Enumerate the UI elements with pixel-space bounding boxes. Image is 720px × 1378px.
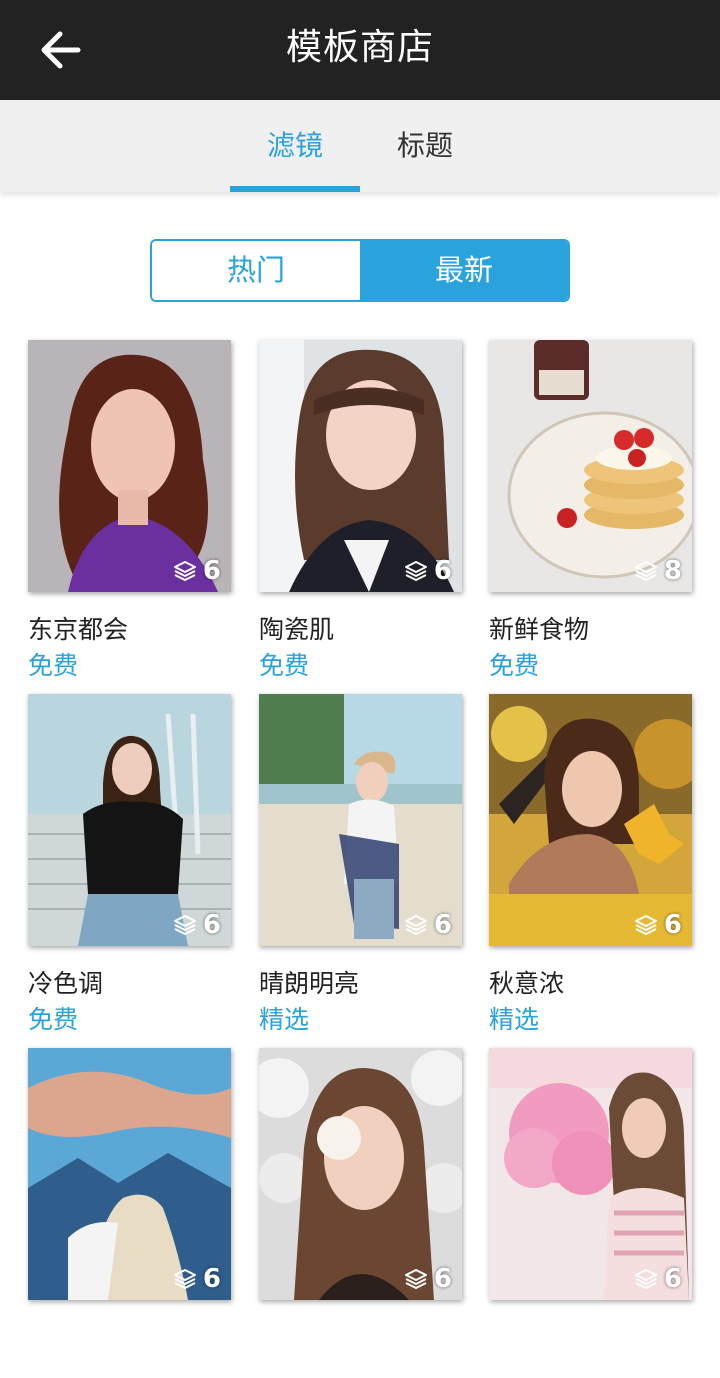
template-price: 精选: [259, 1005, 310, 1034]
layer-count-badge: 6: [173, 1264, 221, 1294]
template-thumbnail[interactable]: 6: [28, 1048, 231, 1300]
layer-count: 6: [433, 910, 452, 940]
layers-icon: [634, 561, 657, 581]
template-price: 免费: [28, 1005, 79, 1034]
template-card[interactable]: 6 晴朗明亮 精选: [259, 694, 464, 1034]
layer-count: 6: [202, 910, 221, 940]
template-name: 秋意浓: [489, 969, 565, 998]
portrait-photo: [28, 694, 231, 946]
template-card[interactable]: 6: [489, 1048, 694, 1378]
top-bar: 模板商店: [0, 0, 720, 100]
template-thumbnail[interactable]: 8: [489, 340, 692, 592]
layers-icon: [634, 915, 657, 935]
portrait-photo: [28, 340, 231, 592]
tab-title[interactable]: 标题: [360, 100, 490, 192]
template-price: 免费: [259, 651, 310, 680]
layer-count: 6: [663, 910, 682, 940]
template-card[interactable]: 6 冷色调 免费: [28, 694, 233, 1034]
template-card[interactable]: 6 东京都会 免费: [28, 340, 233, 680]
template-price: 免费: [28, 651, 79, 680]
template-name: 晴朗明亮: [259, 969, 360, 998]
layer-count: 6: [433, 1264, 452, 1294]
template-thumbnail[interactable]: 6: [259, 694, 462, 946]
tab-filter[interactable]: 滤镜: [230, 100, 360, 192]
template-card[interactable]: 6 秋意浓 精选: [489, 694, 694, 1034]
layer-count-badge: 6: [173, 910, 221, 940]
beach-photo: [259, 694, 462, 946]
layers-icon: [173, 915, 196, 935]
active-tab-indicator: [230, 186, 360, 192]
layers-icon: [404, 1269, 427, 1289]
cotton-candy-photo: [489, 1048, 692, 1300]
template-price: 免费: [489, 651, 540, 680]
template-name: 东京都会: [28, 615, 129, 644]
autumn-photo: [489, 694, 692, 946]
layers-icon: [404, 915, 427, 935]
layer-count: 6: [202, 1264, 221, 1294]
tab-bar: 滤镜 标题: [0, 100, 720, 192]
layer-count-badge: 6: [404, 910, 452, 940]
template-name: 新鲜食物: [489, 615, 590, 644]
layer-count-badge: 6: [404, 556, 452, 586]
template-card[interactable]: 6: [259, 1048, 464, 1378]
segment-newest[interactable]: 最新: [360, 241, 568, 300]
template-card[interactable]: 6: [28, 1048, 233, 1378]
layer-count: 8: [663, 556, 682, 586]
segment-hot[interactable]: 热门: [152, 241, 360, 300]
layer-count: 6: [663, 1264, 682, 1294]
template-card[interactable]: 8 新鲜食物 免费: [489, 340, 694, 680]
template-name: 冷色调: [28, 969, 104, 998]
template-thumbnail[interactable]: 6: [259, 1048, 462, 1300]
sort-segmented-control: 热门 最新: [150, 239, 570, 302]
layer-count-badge: 8: [634, 556, 682, 586]
layers-icon: [404, 561, 427, 581]
food-photo: [489, 340, 692, 592]
template-thumbnail[interactable]: 6: [489, 694, 692, 946]
portrait-photo: [259, 1048, 462, 1300]
layers-icon: [634, 1269, 657, 1289]
layer-count: 6: [433, 556, 452, 586]
template-thumbnail[interactable]: 6: [489, 1048, 692, 1300]
template-thumbnail[interactable]: 6: [28, 340, 231, 592]
layer-count-badge: 6: [404, 1264, 452, 1294]
layers-icon: [173, 1269, 196, 1289]
template-name: 陶瓷肌: [259, 615, 335, 644]
layer-count-badge: 6: [634, 1264, 682, 1294]
template-price: 精选: [489, 1005, 540, 1034]
template-card[interactable]: 6 陶瓷肌 免费: [259, 340, 464, 680]
sky-photo: [28, 1048, 231, 1300]
layer-count: 6: [202, 556, 221, 586]
template-thumbnail[interactable]: 6: [259, 340, 462, 592]
layers-icon: [173, 561, 196, 581]
page-title: 模板商店: [285, 27, 434, 68]
portrait-photo: [259, 340, 462, 592]
layer-count-badge: 6: [173, 556, 221, 586]
layer-count-badge: 6: [634, 910, 682, 940]
template-thumbnail[interactable]: 6: [28, 694, 231, 946]
